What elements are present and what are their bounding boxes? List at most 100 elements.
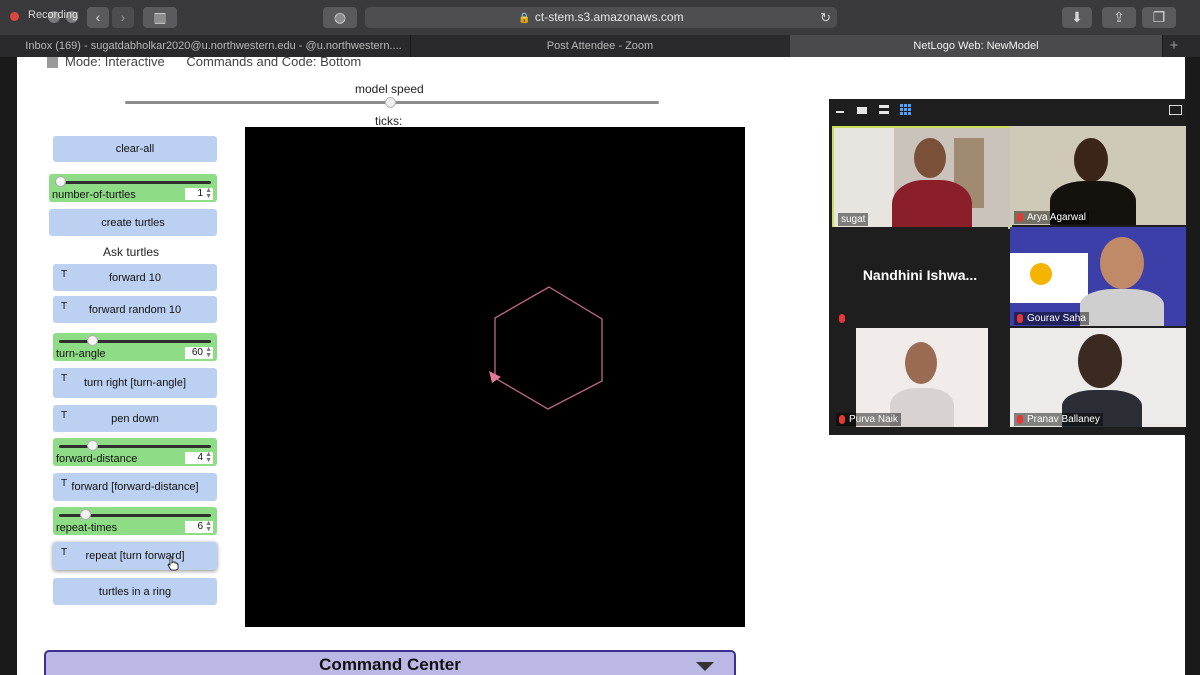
muted-mic-icon xyxy=(839,414,845,424)
slider-track xyxy=(59,340,211,343)
button-label: clear-all xyxy=(115,143,155,155)
sponsor-logo-icon xyxy=(1030,263,1052,285)
clear-all-button[interactable]: clear-all xyxy=(53,136,217,162)
hexagon-trail xyxy=(494,286,603,410)
spinner-icon[interactable]: ▲ ▼ xyxy=(205,451,212,464)
back-button[interactable]: ‹ xyxy=(87,7,109,28)
participant-name: sugat xyxy=(838,213,869,226)
speaker-view-icon[interactable] xyxy=(879,105,889,114)
turtles-in-a-ring-button[interactable]: turtles in a ring xyxy=(53,578,217,605)
forward-button[interactable]: › xyxy=(112,7,134,28)
participant-tile-pranav[interactable]: Pranav Ballaney xyxy=(1010,328,1186,427)
participant-display-name: Nandhini Ishwa... xyxy=(862,267,978,283)
tabs-overview-icon[interactable]: ❐ xyxy=(1142,7,1176,28)
tab-inbox[interactable]: Inbox (169) - sugatdabholkar2020@u.north… xyxy=(17,35,411,57)
slider-repeat-times[interactable]: repeat-times 6 ▲ ▼ xyxy=(53,507,217,535)
url-text: ct-stem.s3.amazonaws.com xyxy=(534,10,684,24)
create-turtles-button[interactable]: create turtles xyxy=(49,209,217,236)
slider-value-text: 60 xyxy=(191,347,203,358)
button-label: forward [forward-distance] xyxy=(71,481,199,493)
person-body xyxy=(892,180,972,227)
recording-label: Recording xyxy=(28,9,79,21)
forward-10-button[interactable]: Tforward 10 xyxy=(53,264,217,291)
world-view[interactable] xyxy=(245,127,745,627)
zoom-gallery-window: sugat Arya Agarwal Nandhini Ishwa... Gou… xyxy=(829,99,1186,435)
spinner-icon[interactable]: ▲ ▼ xyxy=(205,520,212,533)
repeat-button[interactable]: Trepeat [turn forward] xyxy=(53,542,217,571)
slider-name: number-of-turtles xyxy=(52,189,136,201)
participant-tile-purva[interactable]: Purva Naik xyxy=(832,328,1008,427)
button-label: forward 10 xyxy=(109,272,161,284)
person-head xyxy=(1100,237,1144,289)
pen-down-button[interactable]: Tpen down xyxy=(53,405,217,432)
button-label: create turtles xyxy=(101,217,165,229)
reload-icon[interactable]: ↻ xyxy=(820,7,831,28)
share-icon[interactable]: ⇪ xyxy=(1102,7,1136,28)
slider-knob[interactable] xyxy=(87,335,99,346)
slider-knob[interactable] xyxy=(80,509,92,520)
person-body xyxy=(1080,289,1164,326)
button-label: turtles in a ring xyxy=(98,586,172,598)
mode-text: Mode: Interactive Commands and Code: Bot… xyxy=(65,57,362,69)
download-icon[interactable]: ⬇ xyxy=(1062,7,1092,28)
muted-mic-icon xyxy=(1017,414,1023,424)
slider-track xyxy=(55,181,211,184)
participant-name xyxy=(836,312,852,325)
ticks-label: ticks: xyxy=(375,114,403,128)
participant-tile-nandhini[interactable]: Nandhini Ishwa... xyxy=(832,227,1008,326)
command-center[interactable]: Command Center xyxy=(44,650,736,675)
address-bar[interactable]: 🔒 ct-stem.s3.amazonaws.com ↻ xyxy=(365,7,837,28)
slider-forward-distance[interactable]: forward-distance 4 ▲ ▼ xyxy=(53,438,217,466)
slider-knob[interactable] xyxy=(55,176,66,187)
participant-name-text: Purva Naik xyxy=(849,414,898,425)
slider-value[interactable]: 4 ▲ ▼ xyxy=(185,451,213,464)
participant-tile-arya[interactable]: Arya Agarwal xyxy=(1010,126,1186,225)
slider-value-text: 6 xyxy=(197,521,203,532)
person-head xyxy=(905,342,937,384)
forward-distance-button[interactable]: Tforward [forward-distance] xyxy=(53,473,217,501)
button-label: forward random 10 xyxy=(88,304,182,316)
participant-name: Arya Agarwal xyxy=(1014,211,1089,224)
person-head xyxy=(914,138,946,178)
slider-value[interactable]: 1 ▲ ▼ xyxy=(185,187,213,200)
sidebar-icon[interactable]: ▥ xyxy=(143,7,177,28)
new-tab-button[interactable]: + xyxy=(1164,35,1184,57)
participant-name-text: Arya Agarwal xyxy=(1027,212,1086,223)
button-label: repeat [turn forward] xyxy=(85,550,185,562)
slider-track xyxy=(59,445,211,448)
participant-name-text: Gourav Saha xyxy=(1027,313,1086,324)
chevron-down-icon[interactable] xyxy=(696,662,714,671)
slider-knob[interactable] xyxy=(87,440,99,451)
participant-tile-gourav[interactable]: Gourav Saha xyxy=(1010,227,1186,326)
recording-icon xyxy=(10,12,19,21)
slider-number-of-turtles[interactable]: number-of-turtles 1 ▲ ▼ xyxy=(49,174,217,202)
slider-value-text: 1 xyxy=(197,188,203,199)
extension-icon[interactable]: ◍ xyxy=(323,7,357,28)
button-label: turn right [turn-angle] xyxy=(83,377,187,389)
person-head xyxy=(1074,138,1108,182)
gallery-view-icon[interactable] xyxy=(900,104,911,115)
participant-name-text: Pranav Ballaney xyxy=(1027,414,1100,425)
browser-toolbar: Recording ‹ › ▥ ◍ 🔒 ct-stem.s3.amazonaws.… xyxy=(0,0,1200,35)
minimize-icon[interactable] xyxy=(836,111,844,113)
spinner-icon[interactable]: ▲ ▼ xyxy=(205,187,212,200)
tab-netlogo[interactable]: NetLogo Web: NewModel xyxy=(790,35,1163,57)
zoom-toolbar xyxy=(829,99,1185,123)
slider-value[interactable]: 60 ▲ ▼ xyxy=(185,346,213,359)
slider-turn-angle[interactable]: turn-angle 60 ▲ ▼ xyxy=(53,333,217,361)
thumbnail-view-icon[interactable] xyxy=(857,107,867,114)
muted-mic-icon xyxy=(1017,313,1023,323)
model-speed-knob[interactable] xyxy=(385,97,396,108)
exit-mini-window-icon[interactable] xyxy=(1169,105,1182,115)
participant-tile-sugat[interactable]: sugat xyxy=(832,126,1012,229)
forward-random-10-button[interactable]: Tforward random 10 xyxy=(53,296,217,323)
slider-value[interactable]: 6 ▲ ▼ xyxy=(185,520,213,533)
muted-mic-icon xyxy=(839,313,845,323)
slider-name: repeat-times xyxy=(56,522,118,534)
tab-bar: Inbox (169) - sugatdabholkar2020@u.north… xyxy=(0,35,1200,57)
turtle-drawing xyxy=(489,286,603,410)
spinner-icon[interactable]: ▲ ▼ xyxy=(205,346,212,359)
tab-zoom[interactable]: Post Attendee - Zoom xyxy=(410,35,791,57)
participant-name: Gourav Saha xyxy=(1014,312,1089,325)
turn-right-button[interactable]: Tturn right [turn-angle] xyxy=(53,368,217,398)
